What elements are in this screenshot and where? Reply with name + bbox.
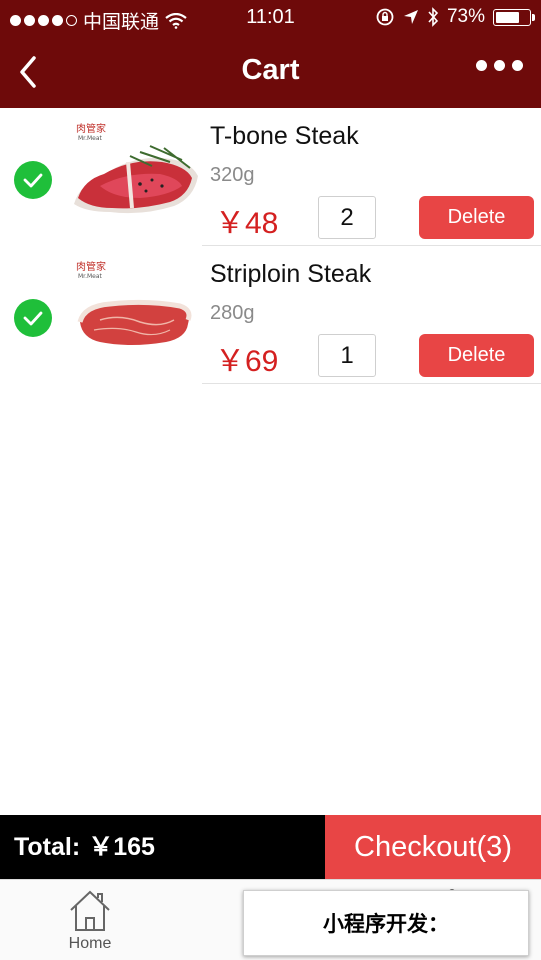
brand-logo: 肉管家 [76, 122, 106, 135]
navigation-bar: Cart [0, 36, 541, 108]
total-value: ￥165 [88, 833, 155, 861]
product-name: Striploin Steak [210, 260, 372, 288]
tab-home[interactable]: Home [60, 888, 120, 953]
contact-watermark: 小程序开发： 13691612727 [243, 890, 529, 956]
check-icon [23, 173, 43, 188]
t-bone-steak-image[interactable]: 肉管家 Mr.Meat [70, 116, 202, 226]
brand-logo: 肉管家 [76, 260, 106, 273]
item-select-checkbox[interactable] [14, 161, 52, 199]
checkout-button[interactable]: Checkout(3) [325, 815, 541, 879]
battery-icon [493, 8, 535, 26]
total-label: Total: [14, 833, 81, 861]
tab-home-label: Home [68, 935, 112, 952]
delete-button[interactable]: Delete [419, 196, 534, 239]
location-arrow-icon [403, 10, 418, 24]
product-name: T-bone Steak [210, 122, 359, 150]
check-icon [23, 311, 43, 326]
quantity-input[interactable]: 1 [318, 334, 376, 377]
svg-text:Mr.Meat: Mr.Meat [78, 135, 103, 142]
product-weight: 280g [210, 302, 255, 324]
battery-percent: 73% [446, 6, 485, 27]
total-summary: Total: ￥165 [0, 815, 325, 879]
rotation-lock-icon [376, 8, 394, 26]
divider [202, 383, 541, 384]
delete-button[interactable]: Delete [419, 334, 534, 377]
cart-item: 肉管家 Mr.Meat T-bone Steak 320g ￥48 2 Dele… [0, 108, 541, 246]
svg-text:Mr.Meat: Mr.Meat [78, 273, 103, 280]
item-select-checkbox[interactable] [14, 299, 52, 337]
more-options-button[interactable] [476, 60, 523, 71]
status-bar: 中国联通 11:01 73% [0, 0, 541, 36]
striploin-steak-image[interactable]: 肉管家 Mr.Meat [70, 254, 202, 364]
more-dots-icon [476, 60, 487, 71]
quantity-input[interactable]: 2 [318, 196, 376, 239]
home-icon [70, 890, 110, 931]
cart-list: 肉管家 Mr.Meat T-bone Steak 320g ￥48 2 Dele… [0, 108, 541, 384]
bluetooth-icon [428, 7, 439, 27]
product-price: ￥48 [215, 207, 279, 240]
product-weight: 320g [210, 164, 255, 186]
cart-item: 肉管家 Mr.Meat Striploin Steak 280g ￥69 1 D… [0, 246, 541, 384]
page-title: Cart [241, 54, 300, 86]
product-price: ￥69 [215, 345, 279, 378]
checkout-bar: Total: ￥165 Checkout(3) [0, 815, 541, 879]
